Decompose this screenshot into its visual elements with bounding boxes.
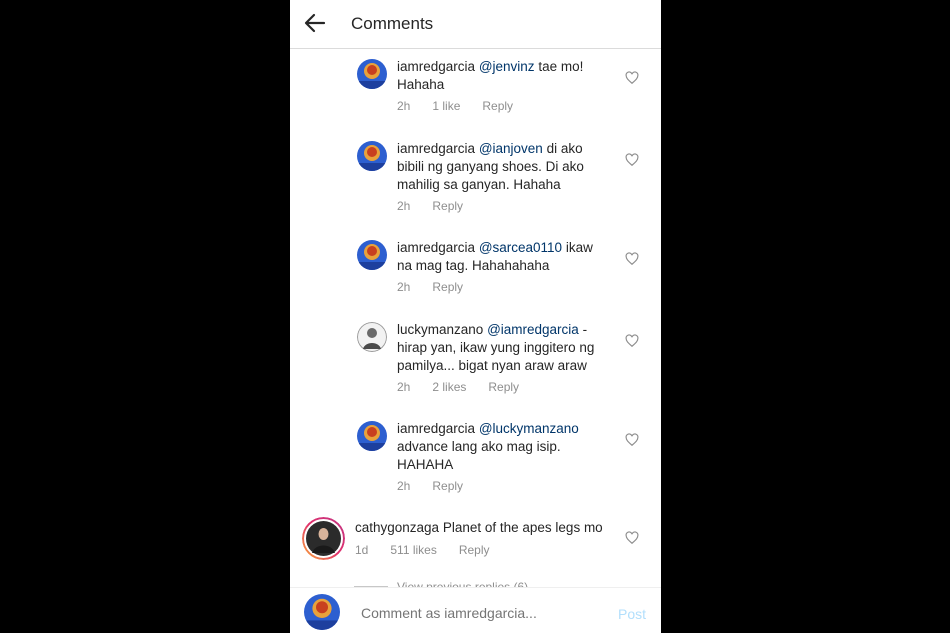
reply-button[interactable]: Reply (432, 479, 463, 493)
reply-button[interactable]: Reply (459, 543, 490, 557)
username[interactable]: cathygonzaga (355, 520, 439, 535)
timestamp: 2h (397, 199, 411, 213)
username[interactable]: iamredgarcia (397, 59, 475, 74)
avatar[interactable] (357, 421, 387, 451)
mention-link[interactable]: @sarcea0110 (479, 240, 562, 255)
comment-text: luckymanzano @iamredgarcia - hirap yan, … (397, 321, 607, 375)
timestamp: 2h (397, 280, 411, 294)
mention-link[interactable]: @jenvinz (479, 59, 535, 74)
avatar[interactable] (357, 240, 387, 270)
comment-composer: Post (290, 587, 661, 633)
comment-body: advance lang ako mag isip. HAHAHA (397, 439, 561, 472)
mention-link[interactable]: @ianjoven (479, 141, 543, 156)
heart-icon[interactable] (625, 71, 639, 85)
heart-icon[interactable] (625, 252, 639, 266)
page-title: Comments (351, 14, 434, 33)
heart-icon[interactable] (625, 531, 639, 545)
comment-meta: 2h Reply (397, 479, 485, 493)
avatar[interactable] (357, 322, 387, 352)
current-user-avatar (304, 594, 340, 630)
username[interactable]: luckymanzano (397, 322, 483, 337)
like-count[interactable]: 1 like (432, 99, 460, 113)
comment-text: iamredgarcia @luckymanzano advance lang … (397, 420, 607, 474)
username[interactable]: iamredgarcia (397, 240, 475, 255)
timestamp: 2h (397, 380, 411, 394)
comment-meta: 1d 511 likes Reply (355, 543, 512, 557)
timestamp: 1d (355, 543, 369, 557)
comment-meta: 2h Reply (397, 280, 485, 294)
comment-meta: 2h 1 like Reply (397, 99, 535, 113)
avatar[interactable] (357, 141, 387, 171)
comment-meta: 2h 2 likes Reply (397, 380, 541, 394)
like-count[interactable]: 511 likes (390, 543, 436, 557)
timestamp: 2h (397, 99, 411, 113)
comment-meta: 2h Reply (397, 199, 485, 213)
comment-text: iamredgarcia @sarcea0110 ikaw na mag tag… (397, 239, 607, 275)
mention-link[interactable]: @luckymanzano (479, 421, 579, 436)
username[interactable]: iamredgarcia (397, 421, 475, 436)
avatar-story-ring[interactable] (302, 517, 345, 560)
post-button[interactable]: Post (618, 606, 646, 622)
comments-screen: Comments iamredgarcia @jenvinz tae mo! H… (290, 0, 661, 633)
heart-icon[interactable] (625, 153, 639, 167)
avatar[interactable] (357, 59, 387, 89)
reply-button[interactable]: Reply (488, 380, 519, 394)
like-count[interactable]: 2 likes (432, 380, 466, 394)
comment-body: Planet of the apes legs mo (442, 520, 603, 535)
username[interactable]: iamredgarcia (397, 141, 475, 156)
header: Comments (290, 0, 661, 49)
reply-button[interactable]: Reply (482, 99, 513, 113)
reply-button[interactable]: Reply (432, 199, 463, 213)
back-arrow-icon[interactable] (304, 12, 326, 34)
timestamp: 2h (397, 479, 411, 493)
comment-text: cathygonzaga Planet of the apes legs mo (355, 519, 615, 537)
mention-link[interactable]: @iamredgarcia (487, 322, 579, 337)
heart-icon[interactable] (625, 433, 639, 447)
comment-text: iamredgarcia @jenvinz tae mo! Hahaha (397, 58, 607, 94)
comment-text: iamredgarcia @ianjoven di ako bibili ng … (397, 140, 607, 194)
reply-button[interactable]: Reply (432, 280, 463, 294)
heart-icon[interactable] (625, 334, 639, 348)
comment-input[interactable] (361, 605, 591, 621)
